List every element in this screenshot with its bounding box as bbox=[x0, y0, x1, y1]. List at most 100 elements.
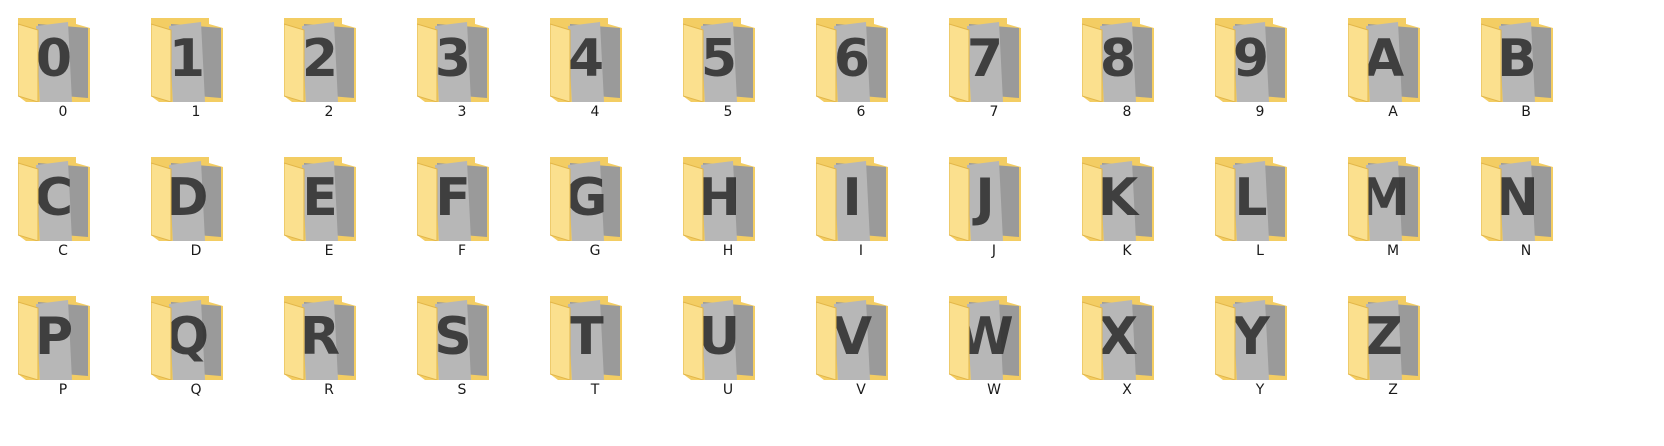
svg-text:4: 4 bbox=[568, 29, 604, 89]
folder-item[interactable]: KK bbox=[1072, 141, 1212, 277]
folder-item[interactable]: YY bbox=[1205, 280, 1345, 416]
folder-icon: S bbox=[417, 296, 489, 380]
folder-label: C bbox=[58, 243, 68, 259]
svg-text:2: 2 bbox=[302, 29, 338, 89]
folder-item[interactable]: BB bbox=[1471, 2, 1611, 138]
folder-label: J bbox=[991, 243, 997, 259]
folder-item[interactable]: 33 bbox=[407, 2, 547, 138]
folder-label: P bbox=[58, 382, 68, 398]
svg-text:6: 6 bbox=[834, 29, 870, 89]
svg-text:P: P bbox=[35, 307, 73, 367]
folder-item[interactable]: 77 bbox=[939, 2, 1079, 138]
folder-icon: Y bbox=[1215, 296, 1287, 380]
folder-item[interactable]: UU bbox=[673, 280, 813, 416]
folder-label: 0 bbox=[58, 104, 68, 120]
folder-label: N bbox=[1520, 243, 1532, 259]
svg-text:I: I bbox=[842, 168, 861, 228]
folder-item[interactable]: EE bbox=[274, 141, 414, 277]
folder-label: 3 bbox=[457, 104, 467, 120]
folder-icon: M bbox=[1348, 157, 1420, 241]
svg-text:3: 3 bbox=[435, 29, 471, 89]
folder-icon: 9 bbox=[1215, 18, 1287, 102]
folder-icon: 2 bbox=[284, 18, 356, 102]
folder-label: 5 bbox=[723, 104, 733, 120]
folder-item[interactable]: SS bbox=[407, 280, 547, 416]
folder-label: H bbox=[722, 243, 734, 259]
folder-label: L bbox=[1256, 243, 1264, 259]
folder-icon: A bbox=[1348, 18, 1420, 102]
folder-item[interactable]: RR bbox=[274, 280, 414, 416]
folder-item[interactable]: DD bbox=[141, 141, 281, 277]
folder-item[interactable]: 55 bbox=[673, 2, 813, 138]
folder-item[interactable]: HH bbox=[673, 141, 813, 277]
svg-text:K: K bbox=[1098, 168, 1140, 228]
svg-text:A: A bbox=[1364, 29, 1404, 89]
folder-icon: Q bbox=[151, 296, 223, 380]
folder-icon: F bbox=[417, 157, 489, 241]
folder-icon: W bbox=[949, 296, 1021, 380]
folder-item[interactable]: GG bbox=[540, 141, 680, 277]
folder-item[interactable]: 44 bbox=[540, 2, 680, 138]
svg-text:F: F bbox=[435, 168, 471, 228]
folder-label: K bbox=[1122, 243, 1132, 259]
folder-label: S bbox=[457, 382, 467, 398]
folder-item[interactable]: 00 bbox=[8, 2, 148, 138]
folder-icon: 6 bbox=[816, 18, 888, 102]
folder-item[interactable]: XX bbox=[1072, 280, 1212, 416]
svg-text:N: N bbox=[1495, 168, 1539, 228]
folder-icon: Z bbox=[1348, 296, 1420, 380]
folder-icon: 3 bbox=[417, 18, 489, 102]
folder-item[interactable]: TT bbox=[540, 280, 680, 416]
folder-label: 8 bbox=[1122, 104, 1132, 120]
folder-item[interactable]: 88 bbox=[1072, 2, 1212, 138]
folder-icon: C bbox=[18, 157, 90, 241]
folder-item[interactable]: 66 bbox=[806, 2, 946, 138]
folder-item[interactable]: 11 bbox=[141, 2, 281, 138]
folder-label: R bbox=[324, 382, 334, 398]
svg-text:X: X bbox=[1098, 307, 1138, 367]
folder-icon: 7 bbox=[949, 18, 1021, 102]
folder-label: A bbox=[1388, 104, 1398, 120]
folder-icon: X bbox=[1082, 296, 1154, 380]
folder-item[interactable]: NN bbox=[1471, 141, 1611, 277]
folder-label: G bbox=[589, 243, 601, 259]
folder-icon: 5 bbox=[683, 18, 755, 102]
folder-item[interactable]: PP bbox=[8, 280, 148, 416]
folder-icon: N bbox=[1481, 157, 1553, 241]
folder-item[interactable]: MM bbox=[1338, 141, 1478, 277]
folder-label: 1 bbox=[191, 104, 201, 120]
folder-item[interactable]: LL bbox=[1205, 141, 1345, 277]
folder-label: Z bbox=[1388, 382, 1398, 398]
folder-item[interactable]: 99 bbox=[1205, 2, 1345, 138]
folder-icon: V bbox=[816, 296, 888, 380]
folder-item[interactable]: WW bbox=[939, 280, 1079, 416]
folder-icon: L bbox=[1215, 157, 1287, 241]
svg-text:D: D bbox=[165, 168, 208, 228]
svg-text:T: T bbox=[568, 307, 604, 367]
folder-item[interactable]: II bbox=[806, 141, 946, 277]
folder-item[interactable]: CC bbox=[8, 141, 148, 277]
folder-label: W bbox=[987, 382, 1001, 398]
folder-item[interactable]: AA bbox=[1338, 2, 1478, 138]
folder-label: 4 bbox=[590, 104, 600, 120]
folder-label: E bbox=[324, 243, 334, 259]
folder-label: F bbox=[457, 243, 467, 259]
folder-item[interactable]: VV bbox=[806, 280, 946, 416]
folder-item[interactable]: QQ bbox=[141, 280, 281, 416]
folder-item[interactable]: JJ bbox=[939, 141, 1079, 277]
folder-item[interactable]: FF bbox=[407, 141, 547, 277]
folder-item[interactable]: ZZ bbox=[1338, 280, 1478, 416]
svg-text:Y: Y bbox=[1231, 307, 1271, 367]
svg-text:Z: Z bbox=[1365, 307, 1403, 367]
folder-icon: I bbox=[816, 157, 888, 241]
svg-text:L: L bbox=[1234, 168, 1267, 228]
folder-item[interactable]: 22 bbox=[274, 2, 414, 138]
folder-label: U bbox=[722, 382, 734, 398]
svg-text:7: 7 bbox=[967, 29, 1003, 89]
folder-icon: B bbox=[1481, 18, 1553, 102]
folder-icon: D bbox=[151, 157, 223, 241]
svg-text:Q: Q bbox=[165, 307, 209, 367]
folder-icon: P bbox=[18, 296, 90, 380]
svg-text:8: 8 bbox=[1100, 29, 1136, 89]
folder-icon: H bbox=[683, 157, 755, 241]
